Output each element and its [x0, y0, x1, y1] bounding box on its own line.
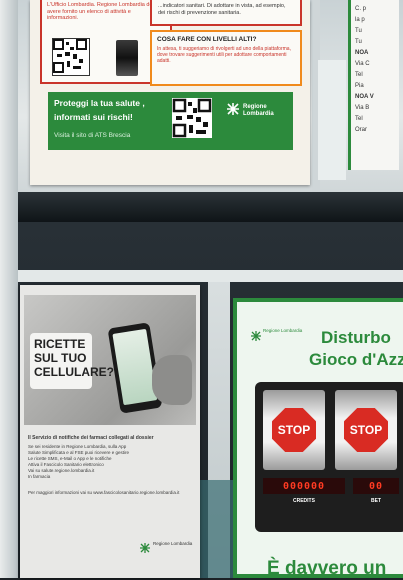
green-banner-line1: Proteggi la tua salute ,: [54, 98, 145, 108]
hand-image: [152, 355, 192, 405]
poster-title-line1: Disturbo: [321, 328, 391, 347]
poster-body: Il Servizio di notifiche dei farmaci col…: [28, 435, 192, 575]
slot-reel: STOP: [335, 390, 397, 470]
qr-code: [52, 38, 90, 76]
info-box-orange-text: In attesa, ti suggeriamo di rivolgerti a…: [157, 46, 291, 64]
edge-line: NOA: [355, 50, 369, 56]
gambling-poster: Regione Lombardia Disturbo Gioco d'Azz S…: [233, 298, 403, 579]
edge-line: Pia: [355, 83, 364, 89]
edge-line: Via C: [355, 61, 370, 67]
info-box-top-right-text: ...indicatori sanitari. Di adottare in v…: [158, 3, 286, 16]
phone-screen: [112, 328, 158, 406]
credits-label: CREDITS: [293, 498, 315, 504]
info-box-top-right: ...indicatori sanitari. Di adottare in v…: [150, 0, 302, 26]
edge-line: Tu: [355, 28, 362, 34]
prescription-poster: RICETTE SUL TUO CELLULARE? Il Servizio d…: [20, 285, 200, 578]
radon-detector-image: [116, 40, 138, 76]
headline-line: SUL TUO: [34, 351, 87, 365]
info-box-text: L'Ufficio Lombardia. Regione Lombardia d…: [47, 2, 159, 21]
regione-lombardia-logo-text: Regione Lombardia: [243, 104, 274, 117]
qr-code: [172, 98, 212, 138]
edge-line: Tu: [355, 39, 362, 45]
window-reflection: [198, 480, 238, 578]
headline-line: RICETTE: [34, 337, 86, 351]
poster-headline: RICETTE SUL TUO CELLULARE?: [34, 337, 114, 379]
slot-reel: STOP: [263, 390, 325, 470]
edge-line: NOA V: [355, 94, 374, 100]
poster-photo: RICETTE SUL TUO CELLULARE?: [24, 295, 196, 425]
left-wall-post: [0, 0, 18, 578]
green-banner: Proteggi la tua salute , informati sui r…: [48, 92, 293, 150]
regione-lombardia-logo-icon: [226, 102, 240, 116]
right-edge-poster: C. p la p Tu Tu NOA Via C Tel Pia NOA V …: [348, 0, 399, 170]
green-banner-line2: informati sui rischi!: [54, 112, 133, 122]
info-box-orange: COSA FARE CON LIVELLI ALTI? In attesa, t…: [150, 30, 302, 86]
stop-sign-icon: STOP: [344, 408, 388, 452]
bet-label: BET: [371, 498, 381, 504]
edge-line: Via B: [355, 105, 370, 111]
green-banner-line3: Visita il sito di ATS Brescia: [54, 132, 131, 139]
right-edge-poster-text: C. p la p Tu Tu NOA Via C Tel Pia NOA V …: [355, 4, 374, 136]
credits-counter: 000000: [263, 478, 345, 494]
edge-line: C. p: [355, 6, 367, 12]
edge-line: Orar: [355, 127, 367, 133]
poster-intro: Il Servizio di notifiche dei farmaci col…: [28, 435, 154, 441]
regione-lombardia-logo-icon: [140, 540, 150, 553]
regione-lombardia-logo-icon: [251, 328, 261, 341]
info-box-orange-title: COSA FARE CON LIVELLI ALTI?: [157, 36, 257, 43]
poster-bottom-text: È davvero un: [267, 558, 387, 579]
window-frame-band: [0, 192, 403, 222]
bullet: In farmacia: [28, 474, 51, 479]
top-poster: L'Ufficio Lombardia. Regione Lombardia d…: [30, 0, 310, 185]
slot-machine-image: STOP STOP 000000 00 CREDITS BET: [255, 382, 403, 532]
edge-line: Tel: [355, 116, 363, 122]
regione-lombardia-logo-text: Regione Lombardia: [263, 328, 303, 333]
bet-counter: 00: [353, 478, 399, 494]
edge-line: la p: [355, 17, 365, 23]
poster-footer: Per maggiori informazioni vai su www.fas…: [28, 490, 180, 495]
poster-title-line2: Gioco d'Azz: [309, 350, 403, 369]
edge-line: Tel: [355, 72, 363, 78]
regione-lombardia-logo-text: Regione Lombardia: [153, 541, 193, 546]
stop-sign-icon: STOP: [272, 408, 316, 452]
window-sill: [18, 270, 403, 282]
headline-line: CELLULARE?: [34, 365, 114, 379]
window-pane: [318, 60, 346, 180]
